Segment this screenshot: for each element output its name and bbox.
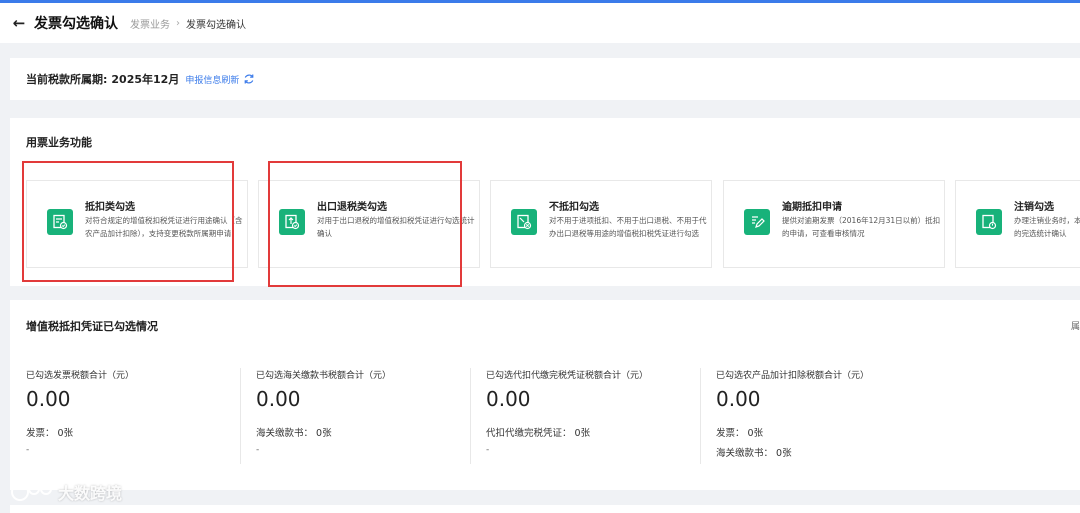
edit-document-icon: [744, 209, 770, 235]
breadcrumb: 发票业务 › 发票勾选确认: [130, 16, 246, 31]
tax-period-bar: 当前税款所属期: 2025年12月 申报信息刷新: [10, 58, 1080, 100]
page-title: 发票勾选确认: [34, 16, 118, 32]
stats-header-text: 属: [1070, 322, 1080, 332]
selected-summary-panel: 增值税抵扣凭证已勾选情况 属 已勾选发票税额合计（元） 0.00 发票： 0张 …: [10, 300, 1080, 490]
functions-section-title: 用票业务功能: [26, 136, 92, 149]
breadcrumb-item-current: 发票勾选确认: [186, 19, 246, 31]
breadcrumb-separator-icon: ›: [176, 17, 180, 29]
column-divider: [700, 368, 701, 464]
stat-detail: -: [486, 445, 490, 455]
stat-count: 发票： 0张: [716, 428, 764, 439]
stat-detail: -: [26, 445, 30, 455]
tile-description: 对不用于进项抵扣、不用于出口退税、不用于代办出口退税等用途的增值税扣税凭证进行勾…: [549, 216, 707, 238]
stat-agricultural-deduction: 已勾选农产品加计扣除税额合计（元） 0.00 发票： 0张 海关缴款书： 0张: [716, 368, 869, 464]
tile-title: 逾期抵扣申请: [782, 202, 842, 213]
stat-label: 已勾选发票税额合计（元）: [26, 371, 135, 381]
ticket-functions-panel: 用票业务功能 抵扣类勾选 对符合规定的增值税扣税凭证进行用途确认（含农产品加计扣…: [10, 118, 1080, 286]
tile-description: 提供对逾期发票（2016年12月31日以前）抵扣的申请，可查看审核情况: [782, 216, 941, 238]
invoice-check-icon: [47, 209, 73, 235]
refresh-declaration-link[interactable]: 申报信息刷新: [185, 73, 239, 86]
back-arrow-icon[interactable]: ←: [12, 14, 26, 32]
column-divider: [470, 368, 471, 464]
page-header: ← 发票勾选确认 发票业务 › 发票勾选确认: [0, 3, 1080, 43]
next-panel-edge: [10, 505, 1080, 513]
tile-deduction-selection[interactable]: 抵扣类勾选 对符合规定的增值税扣税凭证进行用途确认（含农产品加计扣除），支持变更…: [26, 180, 248, 268]
stat-detail: -: [256, 445, 260, 455]
refresh-icon[interactable]: [243, 73, 255, 85]
tile-cancellation-selection[interactable]: 注销勾选 办理注销业务时，本期的税款所属期的完选统计确认: [955, 180, 1080, 268]
watermark-text: 大数跨境: [58, 484, 123, 503]
tile-description: 对用于出口退税的增值税扣税凭证进行勾选统计确认: [317, 216, 475, 238]
export-refund-icon: [279, 209, 305, 235]
watermark-icon: [11, 483, 52, 501]
stat-count: 海关缴款书： 0张: [716, 448, 792, 459]
stat-label: 已勾选代扣代缴完税凭证税额合计（元）: [486, 371, 649, 381]
tile-export-refund-selection[interactable]: 出口退税类勾选 对用于出口退税的增值税扣税凭证进行勾选统计确认: [258, 180, 480, 268]
stat-amount: 0.00: [716, 387, 761, 411]
tile-description: 对符合规定的增值税扣税凭证进行用途确认（含农产品加计扣除），支持变更税款所属期申…: [85, 216, 243, 238]
stat-count: 海关缴款书： 0张: [256, 428, 332, 439]
tile-title: 出口退税类勾选: [317, 202, 387, 213]
stat-withholding-tax: 已勾选代扣代缴完税凭证税额合计（元） 0.00 代扣代缴完税凭证： 0张 -: [486, 368, 648, 464]
tile-title: 不抵扣勾选: [549, 202, 599, 213]
watermark-logo: 大数跨境: [10, 480, 122, 504]
stat-count: 代扣代缴完税凭证： 0张: [486, 428, 591, 439]
power-document-icon: [976, 209, 1002, 235]
tax-period-value: 2025年12月: [111, 73, 180, 86]
stat-amount: 0.00: [256, 387, 301, 411]
stat-label: 已勾选农产品加计扣除税额合计（元）: [716, 371, 870, 381]
column-divider: [240, 368, 241, 464]
stat-label: 已勾选海关缴款书税额合计（元）: [256, 371, 392, 381]
stat-invoice-tax: 已勾选发票税额合计（元） 0.00 发票： 0张 -: [26, 368, 134, 464]
tile-title: 注销勾选: [1014, 202, 1054, 213]
stat-customs-tax: 已勾选海关缴款书税额合计（元） 0.00 海关缴款书： 0张 -: [256, 368, 391, 464]
stat-count: 发票： 0张: [26, 428, 74, 439]
stats-section-title: 增值税抵扣凭证已勾选情况: [26, 320, 158, 333]
invoice-cancel-icon: [511, 209, 537, 235]
tile-title: 抵扣类勾选: [85, 202, 135, 213]
stat-amount: 0.00: [26, 387, 71, 411]
tile-non-deduction-selection[interactable]: 不抵扣勾选 对不用于进项抵扣、不用于出口退税、不用于代办出口退税等用途的增值税扣…: [490, 180, 712, 268]
stat-amount: 0.00: [486, 387, 531, 411]
breadcrumb-item-invoice-business[interactable]: 发票业务: [130, 16, 170, 31]
tile-overdue-deduction-application[interactable]: 逾期抵扣申请 提供对逾期发票（2016年12月31日以前）抵扣的申请，可查看审核…: [723, 180, 945, 268]
tax-period-label: 当前税款所属期:: [26, 73, 108, 86]
tile-description: 办理注销业务时，本期的税款所属期的完选统计确认: [1014, 216, 1080, 238]
